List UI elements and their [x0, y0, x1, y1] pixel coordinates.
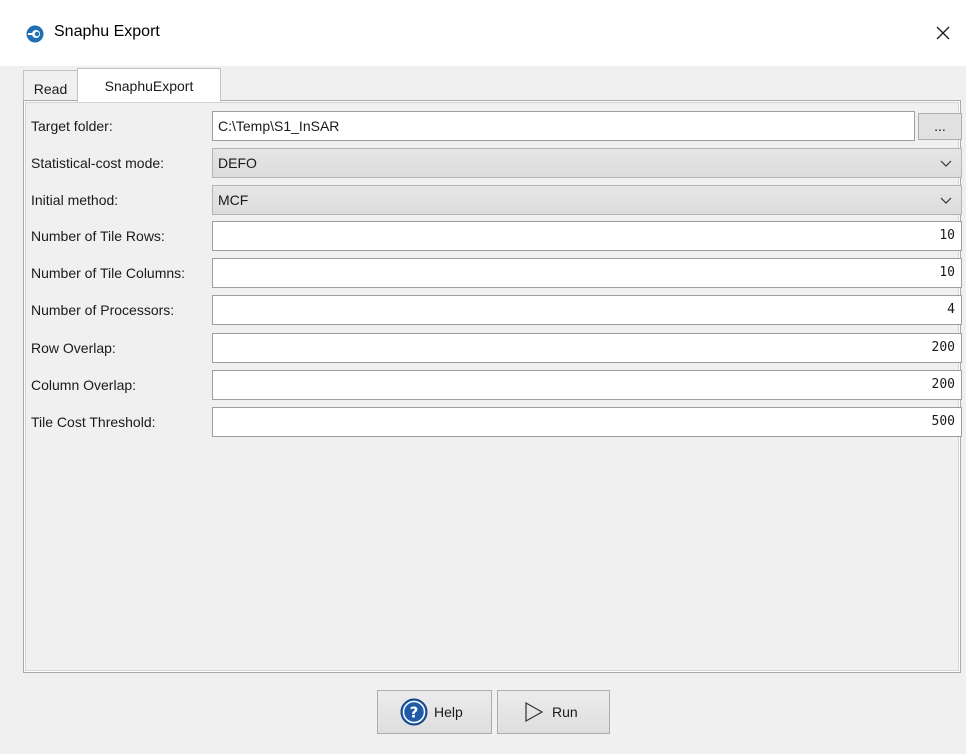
- esa-icon: [26, 25, 44, 43]
- column-overlap-input[interactable]: 200: [212, 370, 962, 400]
- run-button-label: Run: [552, 704, 578, 720]
- close-button[interactable]: [920, 10, 966, 56]
- play-icon: [525, 701, 544, 723]
- tile-columns-input[interactable]: 10: [212, 258, 962, 288]
- row-row-overlap: Row Overlap: 200: [26, 332, 962, 364]
- processors-label: Number of Processors:: [31, 302, 175, 318]
- stat-cost-mode-label: Statistical-cost mode:: [31, 155, 165, 171]
- initial-method-select[interactable]: MCF: [212, 185, 962, 215]
- tile-cost-threshold-label: Tile Cost Threshold:: [31, 414, 156, 430]
- help-button-label: Help: [434, 704, 463, 720]
- title-bar: Snaphu Export: [0, 0, 966, 66]
- column-overlap-label: Column Overlap:: [31, 377, 137, 393]
- row-stat-cost-mode: Statistical-cost mode: DEFO: [26, 147, 962, 179]
- tab-read[interactable]: Read: [23, 70, 78, 101]
- stat-cost-mode-select[interactable]: DEFO: [212, 148, 962, 178]
- snaphu-export-dialog: Snaphu Export Read SnaphuExport Target f…: [0, 0, 966, 754]
- row-target-folder: Target folder: C:\Temp\S1_InSAR ...: [26, 110, 962, 142]
- row-initial-method: Initial method: MCF: [26, 184, 962, 216]
- target-folder-input[interactable]: C:\Temp\S1_InSAR: [212, 111, 915, 141]
- window-title: Snaphu Export: [54, 23, 160, 40]
- row-tile-rows: Number of Tile Rows: 10: [26, 220, 962, 252]
- browse-button[interactable]: ...: [918, 113, 962, 140]
- row-overlap-input[interactable]: 200: [212, 333, 962, 363]
- initial-method-value: MCF: [218, 192, 249, 208]
- tile-rows-label: Number of Tile Rows:: [31, 228, 165, 244]
- row-processors: Number of Processors: 4: [26, 294, 962, 326]
- initial-method-label: Initial method:: [31, 192, 119, 208]
- chevron-down-icon: [940, 197, 952, 204]
- tab-snaphuexport[interactable]: SnaphuExport: [77, 68, 221, 102]
- target-folder-label: Target folder:: [31, 118, 113, 134]
- run-button[interactable]: Run: [497, 690, 610, 734]
- help-button[interactable]: ? Help: [377, 690, 492, 734]
- stat-cost-mode-value: DEFO: [218, 155, 257, 171]
- close-icon: [936, 26, 950, 40]
- form-area: Target folder: C:\Temp\S1_InSAR ... Stat…: [25, 102, 962, 671]
- row-column-overlap: Column Overlap: 200: [26, 369, 962, 401]
- tile-columns-label: Number of Tile Columns:: [31, 265, 186, 281]
- tile-cost-threshold-input[interactable]: 500: [212, 407, 962, 437]
- svg-text:?: ?: [410, 704, 419, 722]
- chevron-down-icon: [940, 160, 952, 167]
- processors-input[interactable]: 4: [212, 295, 962, 325]
- row-overlap-label: Row Overlap:: [31, 340, 116, 356]
- tab-panel: Target folder: C:\Temp\S1_InSAR ... Stat…: [23, 100, 962, 673]
- row-tile-cost-threshold: Tile Cost Threshold: 500: [26, 406, 962, 438]
- help-icon: ?: [400, 698, 428, 726]
- row-tile-columns: Number of Tile Columns: 10: [26, 257, 962, 289]
- tile-rows-input[interactable]: 10: [212, 221, 962, 251]
